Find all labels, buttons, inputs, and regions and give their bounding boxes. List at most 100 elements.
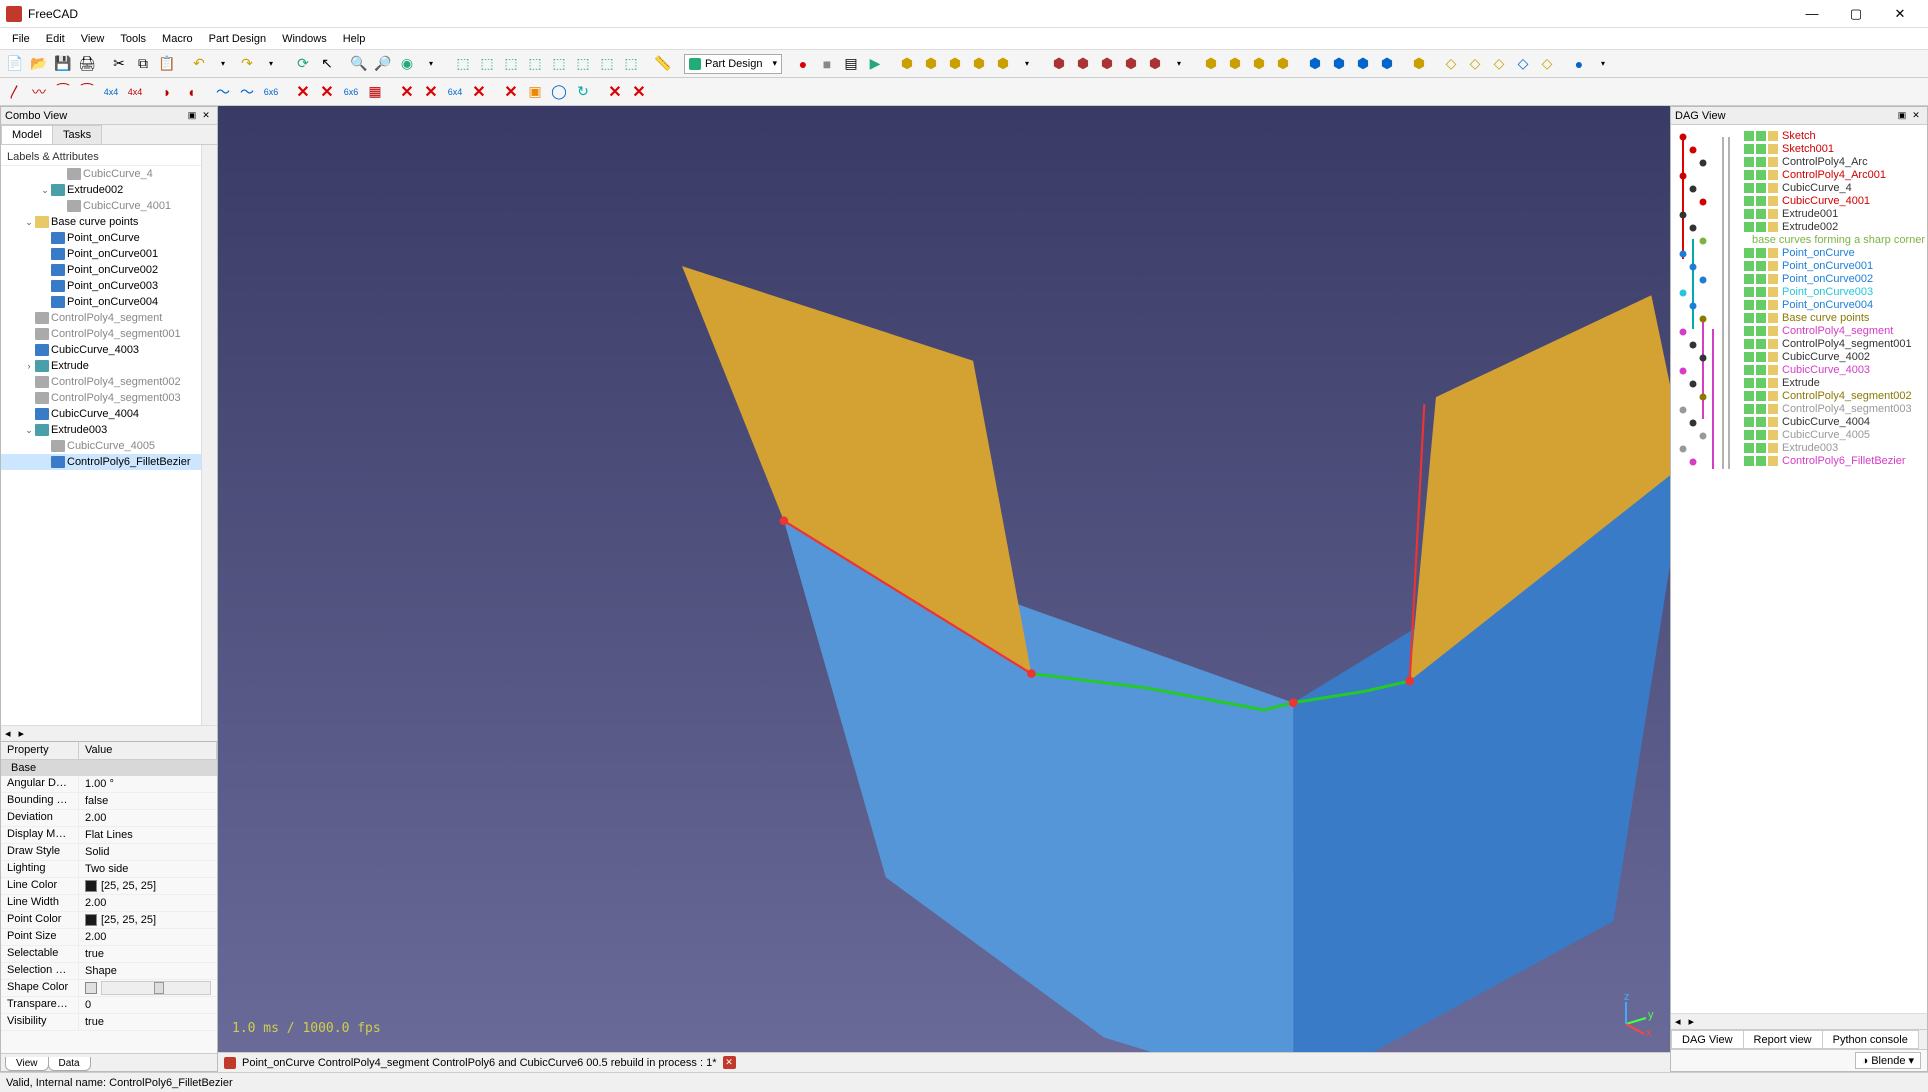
- refresh-icon[interactable]: ⟳: [292, 53, 314, 75]
- tab-data[interactable]: Data: [48, 1057, 91, 1071]
- property-value[interactable]: true: [79, 1014, 217, 1030]
- property-row[interactable]: Point Size2.00: [1, 929, 217, 946]
- save-icon[interactable]: 💾: [52, 53, 74, 75]
- macro-record-icon[interactable]: ●: [792, 53, 814, 75]
- dag-eye-icon[interactable]: [1744, 157, 1754, 167]
- tree-item[interactable]: ›Extrude: [1, 358, 201, 374]
- blue-sphere-icon[interactable]: ◯: [548, 81, 570, 103]
- tab-model[interactable]: Model: [1, 125, 53, 144]
- pd-revolve-icon[interactable]: ⬢: [944, 53, 966, 75]
- tree-caret-icon[interactable]: ⌄: [39, 185, 51, 196]
- window-close-button[interactable]: ✕: [1878, 0, 1922, 28]
- datum-point-icon[interactable]: ◇: [1488, 53, 1510, 75]
- delete-a-icon[interactable]: ✕: [292, 81, 314, 103]
- poly-arc-icon[interactable]: 〰: [28, 81, 50, 103]
- surf-b-icon[interactable]: ◖: [180, 81, 202, 103]
- view-front-icon[interactable]: ⬚: [476, 53, 498, 75]
- dag-eye-icon[interactable]: [1744, 183, 1754, 193]
- tab-dagview[interactable]: DAG View: [1671, 1030, 1744, 1049]
- tree-item[interactable]: Point_onCurve004: [1, 294, 201, 310]
- dag-hscroll[interactable]: ◂▸: [1671, 1013, 1927, 1029]
- pd-loft-icon[interactable]: ⬢: [968, 53, 990, 75]
- property-value[interactable]: Flat Lines: [79, 827, 217, 843]
- grid-6x4-icon[interactable]: 6x4: [444, 81, 466, 103]
- combo-close-icon[interactable]: ✕: [199, 109, 213, 123]
- grid-4x4-a-icon[interactable]: 4x4: [100, 81, 122, 103]
- property-value[interactable]: 0: [79, 997, 217, 1013]
- pd-subsweep-icon[interactable]: ⬢: [1144, 53, 1166, 75]
- tree-item[interactable]: ⌄Base curve points: [1, 214, 201, 230]
- grid-4x4-b-icon[interactable]: 4x4: [124, 81, 146, 103]
- property-row[interactable]: Line Width2.00: [1, 895, 217, 912]
- dag-eye-icon[interactable]: [1744, 339, 1754, 349]
- cyan-refresh-icon[interactable]: ↻: [572, 81, 594, 103]
- property-value[interactable]: Solid: [79, 844, 217, 860]
- datum-line-icon[interactable]: ◇: [1464, 53, 1486, 75]
- grid-6x6-icon[interactable]: 6x6: [260, 81, 282, 103]
- tree-item[interactable]: Point_onCurve002: [1, 262, 201, 278]
- grid-c-icon[interactable]: ▦: [364, 81, 386, 103]
- tab-python[interactable]: Python console: [1822, 1030, 1919, 1049]
- tree-item[interactable]: Point_onCurve001: [1, 246, 201, 262]
- pd-pocket-icon[interactable]: ⬢: [1048, 53, 1070, 75]
- curve2-icon[interactable]: ⁀: [76, 81, 98, 103]
- property-row[interactable]: Point Color[25, 25, 25]: [1, 912, 217, 929]
- copy-icon[interactable]: ⧉: [132, 53, 154, 75]
- dag-eye-icon[interactable]: [1744, 222, 1754, 232]
- pd-sub-dropdown-icon[interactable]: ▾: [1168, 53, 1190, 75]
- pd-groove-icon[interactable]: ⬢: [1096, 53, 1118, 75]
- pd-draft-icon[interactable]: ⬢: [1352, 53, 1374, 75]
- property-value[interactable]: [25, 25, 25]: [79, 912, 217, 928]
- tree-item[interactable]: ControlPoly6_FilletBezier: [1, 454, 201, 470]
- dag-eye-icon[interactable]: [1744, 365, 1754, 375]
- view-rotate-icon[interactable]: ⬚: [620, 53, 642, 75]
- datum-cs-icon[interactable]: ◇: [1512, 53, 1534, 75]
- property-row[interactable]: Shape Color: [1, 980, 217, 997]
- 3d-viewport[interactable]: 1.0 ms / 1000.0 fps z y x: [218, 106, 1670, 1052]
- property-row[interactable]: Angular Def...1.00 °: [1, 776, 217, 793]
- draw-style-dropdown-icon[interactable]: ▾: [420, 53, 442, 75]
- document-close-icon[interactable]: ✕: [723, 1056, 736, 1069]
- property-row[interactable]: Transparency0: [1, 997, 217, 1014]
- menu-tools[interactable]: Tools: [112, 30, 154, 48]
- menu-file[interactable]: File: [4, 30, 38, 48]
- pd-linear-icon[interactable]: ⬢: [1224, 53, 1246, 75]
- view-left-icon[interactable]: ⬚: [596, 53, 618, 75]
- property-row[interactable]: Deviation2.00: [1, 810, 217, 827]
- tree-item[interactable]: ControlPoly4_segment001: [1, 326, 201, 342]
- pd-body-icon[interactable]: ⬢: [896, 53, 918, 75]
- print-icon[interactable]: 🖨: [76, 53, 98, 75]
- tree-item[interactable]: ⌄Extrude002: [1, 182, 201, 198]
- macro-stop-icon[interactable]: ■: [816, 53, 838, 75]
- poly-line-icon[interactable]: 〳: [4, 81, 26, 103]
- dag-eye-icon[interactable]: [1744, 456, 1754, 466]
- wave-b-icon[interactable]: 〜: [236, 81, 258, 103]
- dag-float-icon[interactable]: ▣: [1895, 109, 1909, 123]
- dag-eye-icon[interactable]: [1744, 248, 1754, 258]
- property-value[interactable]: 2.00: [79, 929, 217, 945]
- draw-style-icon[interactable]: ◉: [396, 53, 418, 75]
- tree-item[interactable]: ControlPoly4_segment002: [1, 374, 201, 390]
- property-row[interactable]: Draw StyleSolid: [1, 844, 217, 861]
- property-value[interactable]: [79, 980, 217, 996]
- delete-b-icon[interactable]: ✕: [316, 81, 338, 103]
- bullet-icon[interactable]: ●: [1568, 53, 1590, 75]
- dag-eye-icon[interactable]: [1744, 326, 1754, 336]
- tree-caret-icon[interactable]: ›: [23, 361, 35, 371]
- property-value[interactable]: Two side: [79, 861, 217, 877]
- menu-windows[interactable]: Windows: [274, 30, 335, 48]
- property-value[interactable]: Shape: [79, 963, 217, 979]
- dag-eye-icon[interactable]: [1744, 144, 1754, 154]
- tree-item[interactable]: Point_onCurve: [1, 230, 201, 246]
- dag-eye-icon[interactable]: [1744, 209, 1754, 219]
- dag-eye-icon[interactable]: [1744, 313, 1754, 323]
- fit-all-icon[interactable]: 🔍: [348, 53, 370, 75]
- dag-eye-icon[interactable]: [1744, 430, 1754, 440]
- view-rear-icon[interactable]: ⬚: [548, 53, 570, 75]
- undo-dropdown-icon[interactable]: ▾: [212, 53, 234, 75]
- view-top-icon[interactable]: ⬚: [500, 53, 522, 75]
- tree-hscroll[interactable]: ◂▸: [1, 725, 217, 741]
- view-right-icon[interactable]: ⬚: [524, 53, 546, 75]
- pd-chamfer-icon[interactable]: ⬢: [1328, 53, 1350, 75]
- grid-6x6-b-icon[interactable]: 6x6: [340, 81, 362, 103]
